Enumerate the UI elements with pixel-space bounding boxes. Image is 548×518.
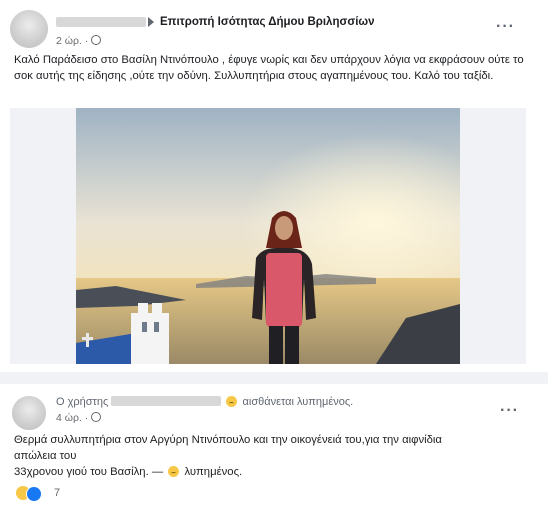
feed-divider [0,372,548,384]
redacted-username[interactable] [111,396,222,406]
user-avatar[interactable] [12,396,46,430]
sad-face-icon [226,396,238,407]
redacted-author [56,17,146,27]
post-header-line: Ο χρήστης αισθάνεται λυπημένος. [56,394,353,410]
globe-icon [91,412,102,422]
body-feeling-text: λυπημένος. [184,466,243,478]
more-options-icon[interactable]: ··· [496,19,515,35]
more-options-icon[interactable]: ··· [500,403,519,419]
reactions-summary[interactable]: 7 [16,486,76,502]
post-card: Ο χρήστης αισθάνεται λυπημένος. 4 ώρ. · … [0,384,548,518]
group-avatar[interactable] [10,10,48,48]
post-body: Καλό Παράδεισο στο Βασίλη Ντινόπουλο , έ… [14,54,524,82]
reaction-count[interactable]: 7 [54,487,60,499]
like-reaction-icon [26,486,42,502]
group-name-link[interactable]: Επιτροπή Ισότητας Δήμου Βριλησσίων [160,16,375,28]
feeling-text: αισθάνεται λυπημένος. [242,396,354,408]
body-line-feeling: 33χρονου γιού του Βασίλη. — λυπημένος. [14,464,534,480]
right-arrow-icon [148,17,154,27]
sad-face-icon [168,466,180,477]
user-prefix: Ο χρήστης [56,396,109,408]
body-line: Θερμά συλλυπητήρια στον Αργύρη Ντινόπουλ… [14,434,442,446]
post-card: Επιτροπή Ισότητας Δήμου Βριλησσίων 2 ώρ.… [0,0,548,372]
post-body: Θερμά συλλυπητήρια στον Αργύρη Ντινόπουλ… [14,432,534,480]
body-line: απώλεια του [14,450,77,462]
post-timestamp[interactable]: 2 ώρ. · [56,34,102,47]
post-photo[interactable] [76,108,460,364]
body-line: 33χρονου γιού του Βασίλη. — [14,466,164,478]
sunset-photo-graphic [76,108,460,364]
post-timestamp[interactable]: 4 ώρ. · [56,411,102,424]
globe-icon [91,35,102,45]
timestamp-text[interactable]: 2 ώρ. · [56,35,88,47]
timestamp-text[interactable]: 4 ώρ. · [56,412,88,424]
